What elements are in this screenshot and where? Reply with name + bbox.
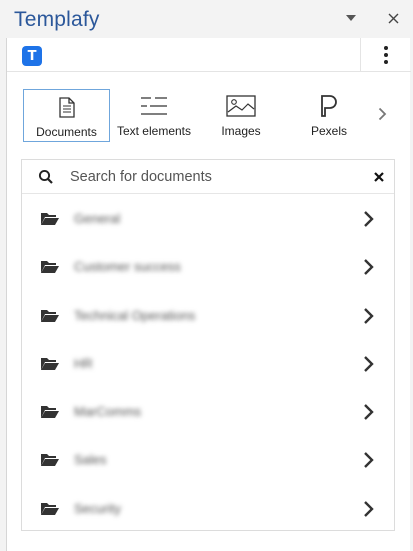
chevron-right-icon xyxy=(378,107,386,121)
list-item[interactable]: Technical Operations xyxy=(22,292,394,340)
tab-text-elements-label: Text elements xyxy=(116,124,192,138)
list-item[interactable]: Customer success xyxy=(22,243,394,291)
chevron-right-icon xyxy=(364,259,374,276)
list-item[interactable]: General xyxy=(22,195,394,243)
templafy-addin: T Documents Text elements Images Pexels … xyxy=(6,38,411,551)
tab-pexels-label: Pexels xyxy=(310,124,348,138)
folder-name: Technical Operations xyxy=(74,307,196,323)
folder-list: General Customer success Technical Opera… xyxy=(22,195,394,533)
caret-down-icon xyxy=(346,15,356,21)
addin-topbar: T xyxy=(7,38,411,72)
folder-open-icon xyxy=(41,261,59,274)
list-item[interactable]: MarComms xyxy=(22,388,394,436)
folder-name: Sales xyxy=(74,452,107,468)
chevron-right-icon xyxy=(364,404,374,421)
clear-search-button[interactable] xyxy=(371,169,387,185)
tabs-scroll-right-button[interactable] xyxy=(371,102,393,126)
content-type-tabs: Documents Text elements Images Pexels xyxy=(7,72,411,162)
document-icon xyxy=(58,94,75,120)
folder-open-icon xyxy=(41,454,59,467)
tab-images-label: Images xyxy=(221,124,261,138)
tab-pexels[interactable]: Pexels xyxy=(287,89,371,142)
list-item[interactable]: HR xyxy=(22,340,394,388)
search-bar xyxy=(22,160,394,194)
list-item[interactable]: Security xyxy=(22,485,394,533)
tab-images[interactable]: Images xyxy=(199,89,283,142)
close-icon xyxy=(374,172,384,182)
templafy-logo: T xyxy=(22,46,42,66)
task-pane: Templafy T Documents Text elements Image… xyxy=(0,0,413,551)
search-icon xyxy=(38,169,53,184)
folder-open-icon xyxy=(41,502,59,515)
folder-name: General xyxy=(74,211,121,226)
vertical-ellipsis-icon xyxy=(384,46,388,64)
folder-name: Customer success xyxy=(74,259,181,275)
list-item[interactable]: Sales xyxy=(22,436,394,484)
folder-open-icon xyxy=(41,309,59,322)
chevron-right-icon xyxy=(364,500,374,517)
documents-browser: General Customer success Technical Opera… xyxy=(21,159,395,531)
tab-documents[interactable]: Documents xyxy=(23,89,110,142)
tab-text-elements[interactable]: Text elements xyxy=(112,89,196,142)
text-elements-icon xyxy=(140,93,168,119)
task-pane-title: Templafy xyxy=(14,8,100,31)
chevron-right-icon xyxy=(364,307,374,324)
folder-open-icon xyxy=(41,406,59,419)
chevron-right-icon xyxy=(364,356,374,372)
folder-name: Security xyxy=(74,500,121,516)
chevron-right-icon xyxy=(364,452,374,469)
folder-name: MarComms xyxy=(74,404,142,420)
folder-open-icon xyxy=(41,213,59,225)
search-input[interactable] xyxy=(70,166,360,188)
folder-open-icon xyxy=(41,357,59,370)
tab-documents-label: Documents xyxy=(36,125,97,139)
image-icon xyxy=(226,93,256,119)
more-options-button[interactable] xyxy=(360,38,411,72)
task-pane-header: Templafy xyxy=(0,0,413,38)
pexels-icon xyxy=(320,93,338,119)
task-pane-options-button[interactable] xyxy=(341,8,361,28)
folder-name: HR xyxy=(74,355,93,371)
chevron-right-icon xyxy=(364,211,374,227)
task-pane-close-button[interactable] xyxy=(383,8,403,28)
close-icon xyxy=(388,13,398,23)
